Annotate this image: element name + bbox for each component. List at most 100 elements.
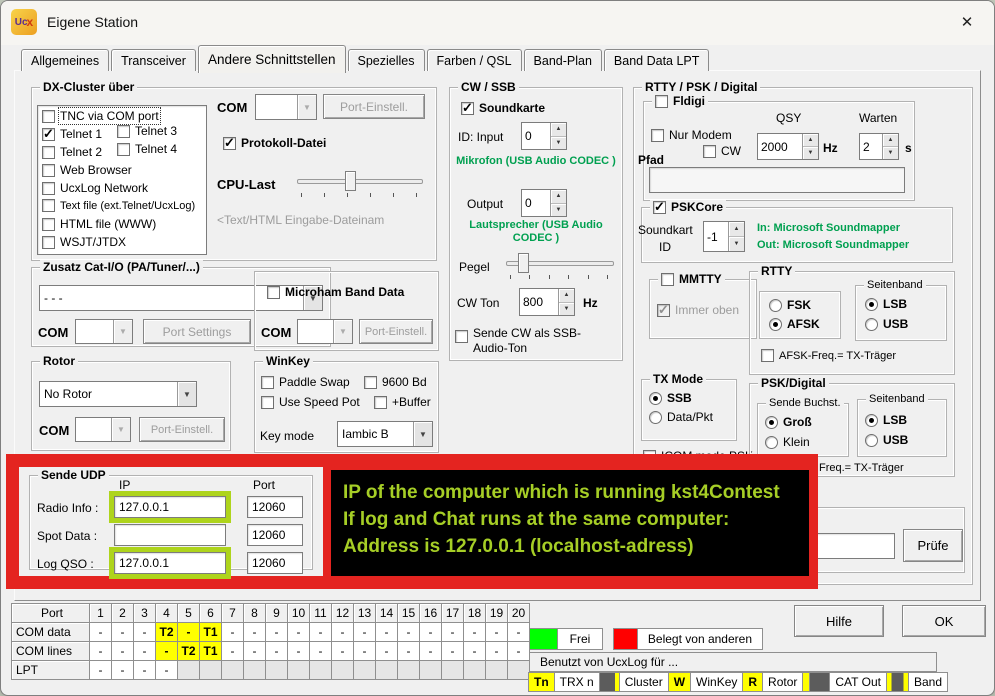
soundkarte-row[interactable]: Soundkarte: [461, 101, 545, 115]
soundkarte-checkbox[interactable]: [461, 102, 474, 115]
spinner-arrows[interactable]: ▲▼: [550, 123, 566, 149]
dx-port-einstell-button[interactable]: Port-Einstell.: [323, 94, 425, 119]
microham-com-combobox[interactable]: ▼: [297, 319, 353, 344]
klein-radio[interactable]: [765, 436, 778, 449]
psk-usb-radio[interactable]: [865, 434, 878, 447]
pegel-slider[interactable]: [506, 253, 614, 273]
dx-telnet4-checkbox[interactable]: [117, 143, 130, 156]
afsk-radio-row[interactable]: AFSK: [769, 317, 820, 331]
afsk-radio[interactable]: [769, 318, 782, 331]
hilfe-button[interactable]: Hilfe: [794, 605, 884, 637]
tx-datapkt-radio[interactable]: [649, 411, 662, 424]
nur-modem-checkbox[interactable]: [651, 129, 664, 142]
output-spinner[interactable]: 0▲▼: [521, 189, 567, 217]
microham-checkbox[interactable]: [267, 286, 280, 299]
chevron-down-icon[interactable]: ▼: [113, 320, 132, 343]
key-mode-combobox[interactable]: Iambic B▼: [337, 421, 433, 447]
pruefe-button[interactable]: Prüfe: [903, 529, 963, 562]
zusatz-port-settings-button[interactable]: Port Settings: [143, 319, 251, 344]
tab-transceiver[interactable]: Transceiver: [111, 49, 196, 71]
tab-farben-qsl[interactable]: Farben / QSL: [427, 49, 522, 71]
dx-item-telnet2[interactable]: Telnet 2: [42, 145, 102, 159]
rtty-lsb-radio[interactable]: [865, 298, 878, 311]
speed-pot-row[interactable]: Use Speed Pot: [261, 395, 360, 409]
cpu-last-slider-thumb[interactable]: [345, 171, 356, 191]
dx-tnc-checkbox[interactable]: [42, 110, 55, 123]
immer-oben-row[interactable]: Immer oben: [657, 303, 739, 317]
sende-cw-checkbox[interactable]: [455, 330, 468, 343]
buffer-checkbox[interactable]: [374, 396, 387, 409]
gross-radio[interactable]: [765, 416, 778, 429]
dx-item-webbrowser[interactable]: Web Browser: [42, 163, 132, 177]
cpu-last-slider[interactable]: [297, 171, 423, 191]
cw-ton-spinner[interactable]: 800▲▼: [519, 288, 575, 316]
dx-htmlfile-checkbox[interactable]: [42, 218, 55, 231]
tab-andere-schnittstellen[interactable]: Andere Schnittstellen: [198, 45, 346, 73]
warten-spinner[interactable]: 2▲▼: [859, 133, 899, 160]
mmtty-checkbox[interactable]: [661, 273, 674, 286]
dx-webbrowser-checkbox[interactable]: [42, 164, 55, 177]
dx-com-combobox[interactable]: ▼: [255, 94, 317, 120]
spinner-arrows[interactable]: ▲▼: [882, 134, 898, 159]
pegel-slider-thumb[interactable]: [518, 253, 529, 273]
speed-pot-checkbox[interactable]: [261, 396, 274, 409]
paddle-swap-row[interactable]: Paddle Swap: [261, 375, 350, 389]
psk-lsb-radio[interactable]: [865, 414, 878, 427]
dx-item-telnet1[interactable]: Telnet 1: [42, 127, 102, 141]
fldigi-cw-row[interactable]: CW: [703, 144, 741, 158]
ok-button[interactable]: OK: [902, 605, 986, 637]
rotor-combobox[interactable]: No Rotor▼: [39, 381, 197, 407]
chevron-down-icon[interactable]: ▼: [297, 95, 316, 119]
udp-radio-info-ip-input[interactable]: 127.0.0.1: [114, 496, 226, 518]
fldigi-checkbox[interactable]: [655, 95, 668, 108]
bd9600-row[interactable]: 9600 Bd: [364, 375, 427, 389]
fldigi-cw-checkbox[interactable]: [703, 145, 716, 158]
psk-usb-row[interactable]: USB: [865, 433, 908, 447]
afsk-freq-row[interactable]: AFSK-Freq.= TX-Träger: [761, 349, 896, 362]
dx-item-htmlfile[interactable]: HTML file (WWW): [42, 217, 156, 231]
immer-oben-checkbox[interactable]: [657, 304, 670, 317]
buffer-row[interactable]: +Buffer: [374, 395, 431, 409]
close-icon[interactable]: ✕: [948, 7, 986, 37]
dx-wsjt-checkbox[interactable]: [42, 236, 55, 249]
bd9600-checkbox[interactable]: [364, 376, 377, 389]
tab-allgemeines[interactable]: Allgemeines: [21, 49, 109, 71]
rtty-usb-radio[interactable]: [865, 318, 878, 331]
tab-band-plan[interactable]: Band-Plan: [524, 49, 602, 71]
rotor-com-combobox[interactable]: ▼: [75, 417, 131, 442]
tx-datapkt-row[interactable]: Data/Pkt: [649, 410, 713, 424]
dx-item-tnc[interactable]: TNC via COM port: [42, 109, 159, 123]
tx-ssb-row[interactable]: SSB: [649, 391, 692, 405]
afsk-freq-checkbox[interactable]: [761, 349, 774, 362]
chevron-down-icon[interactable]: ▼: [333, 320, 352, 343]
protokoll-datei-row[interactable]: Protokoll-Datei: [223, 136, 326, 150]
chevron-down-icon[interactable]: ▼: [413, 422, 432, 446]
rotor-port-einstell-button[interactable]: Port-Einstell.: [139, 417, 225, 442]
zusatz-com-combobox[interactable]: ▼: [75, 319, 133, 344]
input-id-spinner[interactable]: 0▲▼: [521, 122, 567, 150]
qsy-spinner[interactable]: 2000▲▼: [757, 133, 819, 160]
dx-telnet2-checkbox[interactable]: [42, 146, 55, 159]
udp-spot-data-ip-input[interactable]: [114, 524, 226, 546]
fsk-radio-row[interactable]: FSK: [769, 298, 811, 312]
chevron-down-icon[interactable]: ▼: [111, 418, 130, 441]
spinner-arrows[interactable]: ▲▼: [550, 190, 566, 216]
spinner-arrows[interactable]: ▲▼: [558, 289, 574, 315]
dx-ucxlog-network-checkbox[interactable]: [42, 182, 55, 195]
fsk-radio[interactable]: [769, 299, 782, 312]
udp-log-qso-port-input[interactable]: 12060: [247, 552, 303, 574]
chevron-down-icon[interactable]: ▼: [177, 382, 196, 406]
gross-row[interactable]: Groß: [765, 415, 812, 429]
pfad-input[interactable]: [649, 167, 905, 193]
tab-spezielles[interactable]: Spezielles: [348, 49, 425, 71]
udp-log-qso-ip-input[interactable]: 127.0.0.1: [114, 552, 226, 574]
dx-item-wsjt[interactable]: WSJT/JTDX: [42, 235, 126, 249]
rtty-usb-row[interactable]: USB: [865, 317, 908, 331]
psk-lsb-row[interactable]: LSB: [865, 413, 907, 427]
spinner-arrows[interactable]: ▲▼: [728, 222, 744, 251]
klein-row[interactable]: Klein: [765, 435, 810, 449]
dx-item-telnet3[interactable]: Telnet 3: [117, 124, 177, 138]
tab-band-data-lpt[interactable]: Band Data LPT: [604, 49, 709, 71]
udp-radio-info-port-input[interactable]: 12060: [247, 496, 303, 518]
nur-modem-row[interactable]: Nur Modem: [651, 128, 732, 142]
